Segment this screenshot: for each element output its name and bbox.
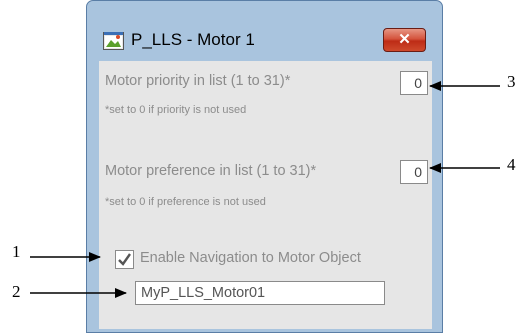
callout-label-1: 1 [12,242,21,261]
callout-label-4: 4 [507,155,516,174]
callout-label-3: 3 [507,72,516,91]
callout-label-2: 2 [12,282,21,301]
callout-arrows [30,81,500,298]
